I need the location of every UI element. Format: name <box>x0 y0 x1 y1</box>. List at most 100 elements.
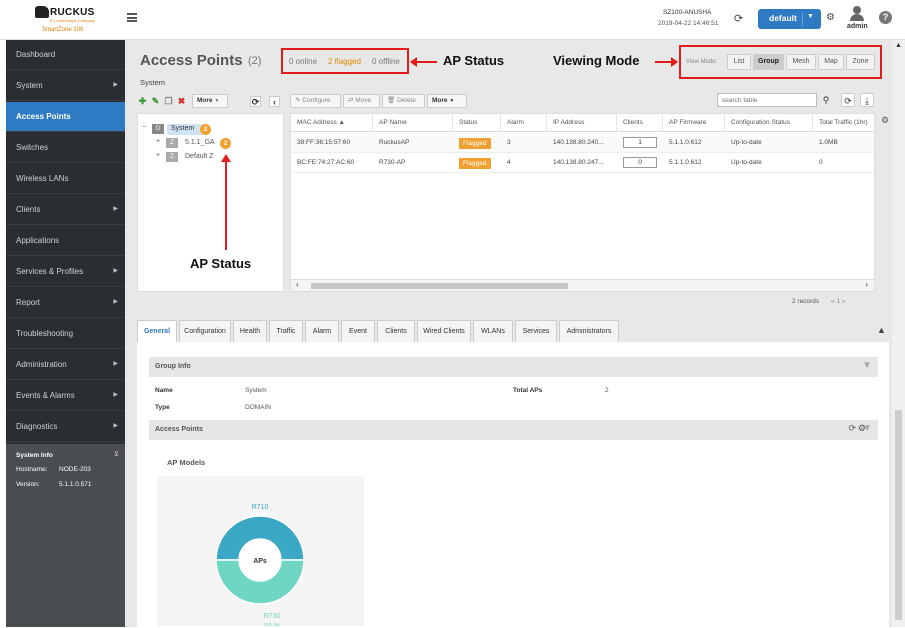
access-points-header[interactable]: Access Points ⟳ ⚙ ▼ <box>149 420 878 440</box>
table-row[interactable]: 38:FF:36:15:57:60 RuckusAP Flagged 3 140.138… <box>291 133 874 153</box>
view-mode-group[interactable]: Group <box>753 54 784 70</box>
tab-event[interactable]: Event <box>341 320 375 342</box>
collapse-section-icon[interactable]: ▼ <box>862 423 872 434</box>
tab-health[interactable]: Health <box>233 320 267 342</box>
domain-selector-button[interactable]: default ▼ <box>758 9 821 29</box>
brand-name: RUCKUS <box>50 7 95 18</box>
ruckus-logo[interactable]: RUCKUS A CommScope Company SmartZone 100 <box>28 3 100 37</box>
view-mode-zone[interactable]: Zone <box>846 54 875 70</box>
sidebar-item-wireless-lans[interactable]: Wireless LANs <box>6 164 125 194</box>
edit-icon[interactable]: ✎ <box>150 96 161 107</box>
tab-alarm[interactable]: Alarm <box>305 320 339 342</box>
detail-tabs: General Configuration Health Traffic Alarm Ev… <box>137 320 888 342</box>
scrollbar-thumb[interactable] <box>895 410 902 620</box>
collapse-section-icon[interactable]: ▼ <box>862 360 872 371</box>
tab-configuration[interactable]: Configuration <box>179 320 231 342</box>
tree-node-zone[interactable]: + Z 5.1.1_GA 2 <box>156 138 276 150</box>
scroll-left-icon[interactable]: ‹ <box>296 280 299 289</box>
help-icon[interactable]: ? <box>879 11 892 24</box>
view-mode-list[interactable]: List <box>727 54 751 70</box>
settings-gear-icon[interactable]: ⚙ <box>826 12 835 23</box>
search-table-input[interactable] <box>717 93 817 107</box>
sidebar-item-access-points[interactable]: Access Points <box>6 102 125 132</box>
tab-administrators[interactable]: Administrators <box>559 320 619 342</box>
clients-count-link[interactable]: 0 <box>623 157 657 168</box>
zone-type-badge: Z <box>166 138 178 148</box>
clients-count-link[interactable]: 1 <box>623 137 657 148</box>
collapse-down-icon[interactable]: ⊻ <box>114 450 119 458</box>
add-icon[interactable]: ✚ <box>137 96 148 107</box>
view-mode-mesh[interactable]: Mesh <box>786 54 816 70</box>
tab-general[interactable]: General <box>137 320 177 342</box>
refresh-icon[interactable]: ⟳ <box>734 12 743 25</box>
table-row[interactable]: BC:FE:74:27:AC:60 R730-AP Flagged 4 140.138.… <box>291 153 874 173</box>
collapse-up-icon[interactable]: ▲ <box>877 325 886 335</box>
sidebar-item-system[interactable]: System ▶ <box>6 71 125 101</box>
tab-clients[interactable]: Clients <box>377 320 415 342</box>
status-offline[interactable]: 0 offline <box>372 57 400 66</box>
scroll-right-icon[interactable]: › <box>865 280 868 289</box>
user-name[interactable]: admin <box>847 23 868 30</box>
download-icon[interactable]: ⤓ <box>860 93 874 107</box>
column-header[interactable]: Configuration Status <box>725 114 813 132</box>
table-more-button[interactable]: More ▼ <box>427 94 467 108</box>
sidebar-item-applications[interactable]: Applications <box>6 226 125 256</box>
tab-wlans[interactable]: WLANs <box>473 320 513 342</box>
delete-icon[interactable]: ✖ <box>176 96 187 107</box>
collapse-tree-icon[interactable]: − <box>142 124 146 131</box>
sidebar-item-diagnostics[interactable]: Diagnostics ▶ <box>6 412 125 442</box>
configure-button[interactable]: ✎ Configure <box>290 94 341 108</box>
section-refresh-icon[interactable]: ⟳ <box>848 423 856 434</box>
status-online[interactable]: 0 online <box>289 57 317 66</box>
tree-refresh-icon[interactable]: ⟳ <box>250 96 261 107</box>
menu-toggle-icon[interactable] <box>127 13 137 22</box>
table-settings-gear-icon[interactable]: ⚙ <box>881 115 889 126</box>
sidebar-item-switches[interactable]: Switches <box>6 133 125 163</box>
sidebar-item-dashboard[interactable]: Dashboard <box>6 40 125 70</box>
column-header[interactable]: Alarm <box>501 114 547 132</box>
expand-tree-icon[interactable]: + <box>156 138 160 145</box>
column-header[interactable]: MAC Address ▲ <box>291 114 373 132</box>
sidebar-item-events-alarms[interactable]: Events & Alarms ▶ <box>6 381 125 411</box>
column-header[interactable]: IP Address <box>547 114 617 132</box>
tab-services[interactable]: Services <box>515 320 557 342</box>
ap-count-badge: 2 <box>200 124 211 135</box>
tree-node-zone[interactable]: + Z Default Z <box>156 152 276 164</box>
column-header[interactable]: AP Name <box>373 114 453 132</box>
tab-wired-clients[interactable]: Wired Clients <box>417 320 471 342</box>
vertical-scrollbar[interactable]: ▲ <box>892 40 905 627</box>
column-header[interactable]: Clients <box>617 114 663 132</box>
column-header[interactable]: Status <box>453 114 501 132</box>
scrollbar-thumb[interactable] <box>311 283 568 289</box>
user-icon[interactable] <box>850 6 864 22</box>
sidebar-item-troubleshooting[interactable]: Troubleshooting <box>6 319 125 349</box>
breadcrumb[interactable]: System <box>140 78 165 87</box>
table-cell-name: R730-AP <box>379 159 406 166</box>
expand-tree-icon[interactable]: + <box>156 152 160 159</box>
scroll-up-icon[interactable]: ▲ <box>895 42 902 49</box>
sidebar-item-label: Dashboard <box>16 50 56 59</box>
move-button[interactable]: ⇄ Move <box>343 94 380 108</box>
sidebar-item-clients[interactable]: Clients ▶ <box>6 195 125 225</box>
pager[interactable]: « 1 » <box>831 298 845 305</box>
view-mode-map[interactable]: Map <box>818 54 844 70</box>
sidebar-item-administration[interactable]: Administration ▶ <box>6 350 125 380</box>
collapse-left-icon[interactable]: ‹ <box>269 96 280 107</box>
tab-traffic[interactable]: Traffic <box>269 320 303 342</box>
sidebar-item-services-profiles[interactable]: Services & Profiles ▶ <box>6 257 125 287</box>
tree-more-button[interactable]: More ▼ <box>192 94 228 108</box>
table-delete-button[interactable]: 🗑 Delete <box>382 94 425 108</box>
tree-node-system[interactable]: − D System 2 <box>142 124 282 136</box>
column-header[interactable]: Total Traffic (1hr) <box>813 114 874 132</box>
status-flagged[interactable]: 2 flagged <box>328 57 361 66</box>
chevron-down-icon: ▼ <box>449 98 455 104</box>
horizontal-scrollbar[interactable]: ‹ › <box>291 279 874 291</box>
annotation-arrow-tree <box>221 154 231 250</box>
group-info-header[interactable]: Group Info ▼ <box>149 357 878 377</box>
table-refresh-icon[interactable]: ⟳ <box>841 93 855 107</box>
search-icon[interactable]: ⚲ <box>819 93 833 107</box>
clone-icon[interactable]: ❐ <box>163 96 174 107</box>
sidebar-item-report[interactable]: Report ▶ <box>6 288 125 318</box>
sidebar: Dashboard System ▶ Access Points Switches Wir… <box>6 40 125 627</box>
column-header[interactable]: AP Firmware <box>663 114 725 132</box>
